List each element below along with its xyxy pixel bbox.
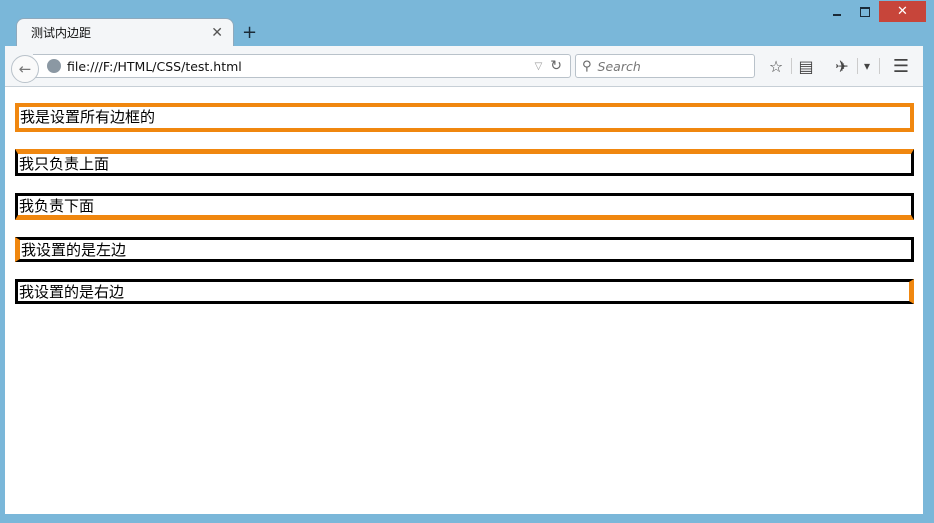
box-text: 我只负责上面: [19, 155, 110, 173]
tab-strip: 测试内边距 ✕ +: [0, 14, 934, 46]
new-tab-button[interactable]: +: [242, 22, 257, 43]
box-text: 我设置的是左边: [21, 241, 127, 259]
reader-list-icon[interactable]: ▤: [796, 56, 816, 76]
reload-icon[interactable]: ↻: [550, 58, 562, 74]
addon-icon[interactable]: ✈: [831, 56, 853, 76]
border-top-box: 我只负责上面: [15, 149, 914, 176]
search-icon: ⚲: [582, 58, 592, 74]
tab-active[interactable]: 测试内边距 ✕: [16, 18, 234, 46]
box-text: 我负责下面: [19, 197, 95, 215]
nav-toolbar: file:///F:/HTML/CSS/test.html ▽ ↻ ← ⚲ Se…: [5, 46, 923, 87]
toolbar-separator: [791, 58, 792, 74]
toolbar-separator: [879, 58, 880, 74]
back-button[interactable]: ←: [11, 55, 39, 83]
bookmark-star-icon[interactable]: ☆: [766, 56, 786, 76]
globe-icon: [47, 59, 61, 73]
search-placeholder[interactable]: Search: [598, 59, 641, 74]
url-bar[interactable]: file:///F:/HTML/CSS/test.html ▽ ↻: [33, 54, 571, 78]
back-arrow-icon: ←: [18, 60, 32, 78]
border-bottom-box: 我负责下面: [15, 193, 914, 220]
tab-title: 测试内边距: [31, 26, 92, 40]
box-text: 我设置的是右边: [19, 283, 125, 301]
border-left-box: 我设置的是左边: [15, 237, 914, 262]
border-right-box: 我设置的是右边: [15, 279, 914, 304]
search-bar[interactable]: ⚲ Search: [575, 54, 755, 78]
page-content: 我是设置所有边框的 我只负责上面 我负责下面 我设置的是左边 我设置的是右边: [5, 87, 923, 514]
url-text[interactable]: file:///F:/HTML/CSS/test.html: [67, 59, 535, 74]
toolbar-separator: [857, 58, 858, 74]
border-all-box: 我是设置所有边框的: [15, 103, 914, 132]
addon-dropdown-icon[interactable]: ▾: [860, 56, 874, 76]
tab-close-icon[interactable]: ✕: [211, 25, 223, 41]
hamburger-menu-icon[interactable]: ☰: [890, 56, 912, 77]
url-dropdown-icon[interactable]: ▽: [535, 61, 543, 72]
box-text: 我是设置所有边框的: [20, 108, 156, 126]
